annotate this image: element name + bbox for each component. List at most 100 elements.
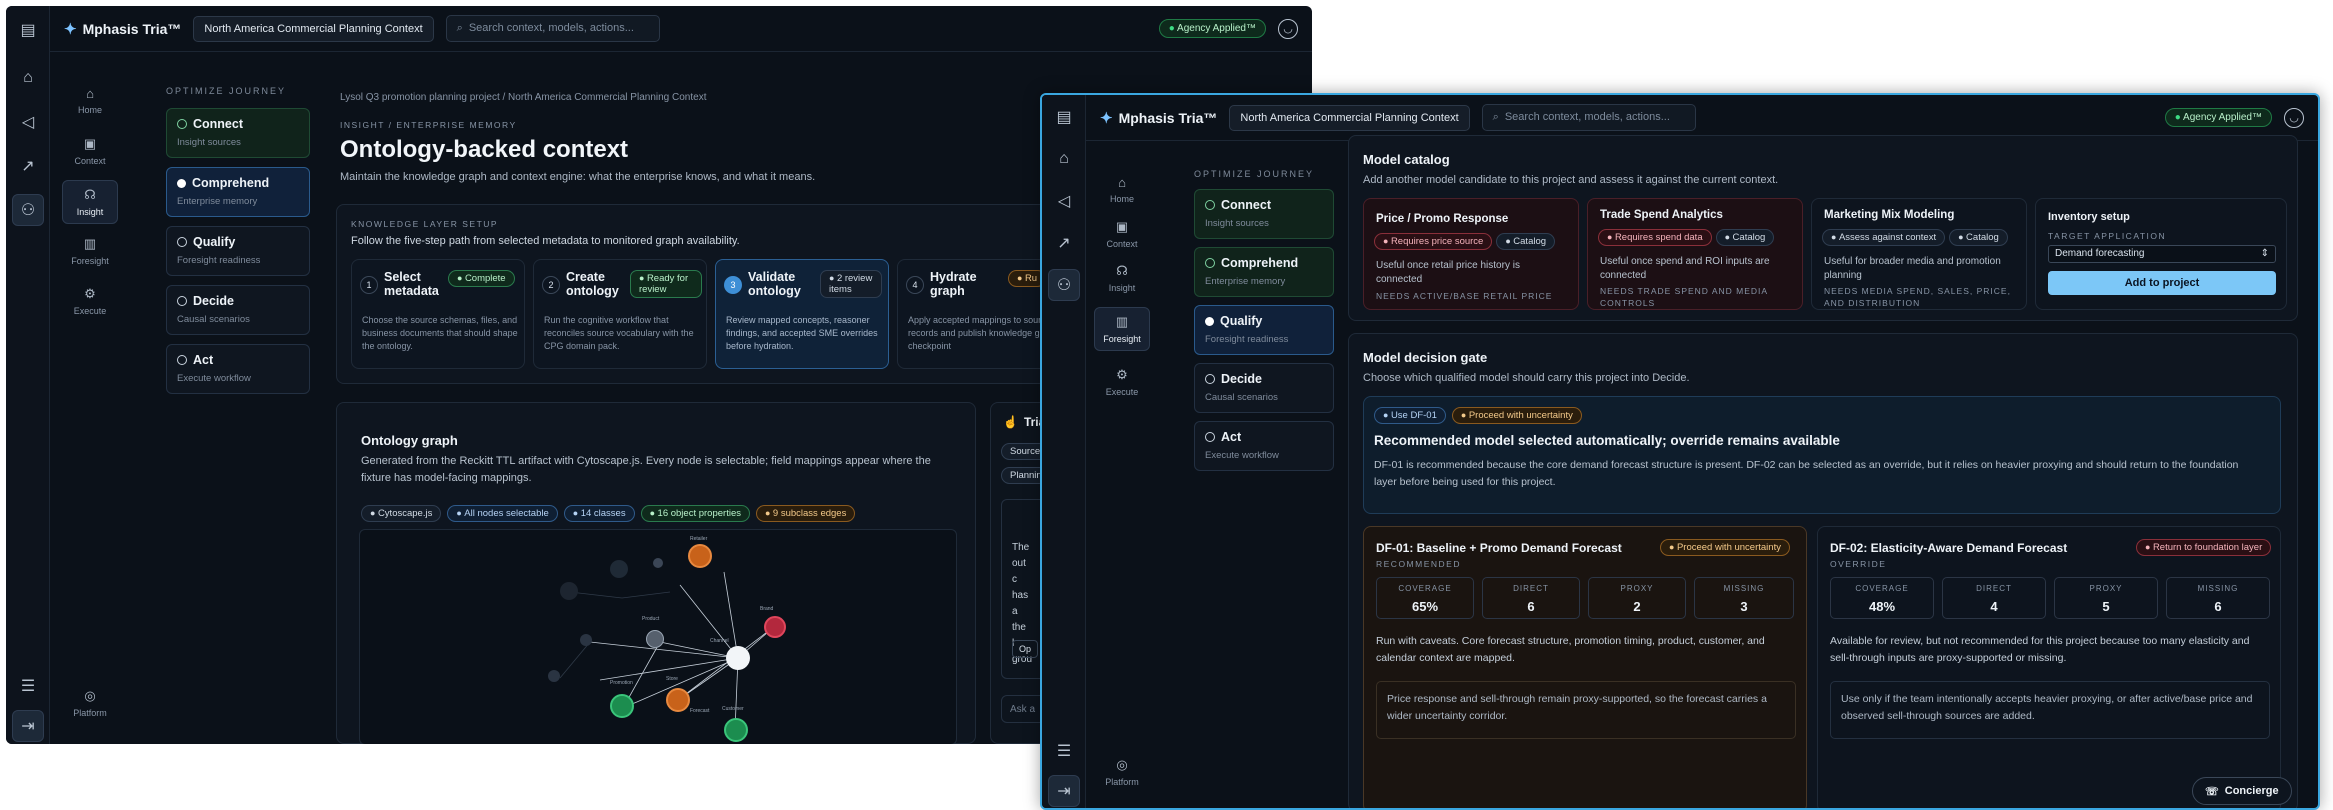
metric-value: 4 — [1990, 599, 1998, 614]
catalog-badges: ● Assess against context ● Catalog — [1822, 229, 2008, 246]
setup-step-1[interactable]: 1 Select metadata ● Complete Choose the … — [351, 259, 525, 369]
megaphone-icon[interactable]: ◁ — [12, 106, 44, 138]
brand[interactable]: ✦ Mphasis Tria™ — [64, 20, 181, 38]
graph-icon[interactable]: ⚇ — [1048, 269, 1080, 301]
model-card-df02[interactable]: DF-02: Elasticity-Aware Demand Forecast … — [1817, 526, 2281, 808]
nav-execute[interactable]: ⚙ Execute — [62, 286, 118, 316]
journey-heading: OPTIMIZE JOURNEY — [166, 86, 287, 96]
graph-node[interactable] — [666, 688, 690, 712]
breadcrumb[interactable]: Lysol Q3 promotion planning project / No… — [340, 92, 706, 103]
journey-step-act[interactable]: Act Execute workflow — [1194, 421, 1334, 471]
graph-node[interactable] — [726, 646, 750, 670]
nav-foresight[interactable]: ▥ Foresight — [62, 236, 118, 266]
user-icon[interactable]: ◡ — [2284, 107, 2304, 128]
user-icon[interactable]: ◡ — [1278, 18, 1298, 39]
catalog-item-title: Price / Promo Response — [1376, 213, 1509, 225]
graph-node[interactable] — [548, 670, 560, 682]
nav-context[interactable]: ▣ Context — [62, 136, 118, 166]
concierge-button[interactable]: ☏ Concierge — [2192, 777, 2292, 805]
journey-step-decide[interactable]: Decide Causal scenarios — [1194, 363, 1334, 413]
catalog-item[interactable]: Trade Spend Analytics ● Requires spend d… — [1587, 198, 1803, 310]
trend-icon[interactable]: ↗ — [12, 150, 44, 182]
sidebar-toggle-icon[interactable]: ▤ — [12, 14, 44, 46]
catalog-item[interactable]: Marketing Mix Modeling ● Assess against … — [1811, 198, 2027, 310]
step-title: Create ontology — [566, 270, 619, 298]
brand[interactable]: ✦ Mphasis Tria™ — [1100, 109, 1217, 127]
journey-step-connect[interactable]: Connect Insight sources — [1194, 189, 1334, 239]
graph-icon[interactable]: ⚇ — [12, 194, 44, 226]
context-chip[interactable]: North America Commercial Planning Contex… — [193, 15, 434, 42]
catalog-item[interactable]: Price / Promo Response ● Requires price … — [1363, 198, 1579, 310]
journey-step-act[interactable]: Act Execute workflow — [166, 344, 310, 394]
step-title: Validate ontology — [748, 270, 801, 298]
target-application-select[interactable]: Demand forecasting ⇕ — [2048, 245, 2276, 263]
nav-insight[interactable]: ☊ Insight — [62, 180, 118, 224]
graph-node[interactable] — [764, 616, 786, 638]
step-title: Act — [193, 353, 214, 367]
database-icon[interactable]: ☰ — [12, 670, 44, 702]
catalog-item-title: Marketing Mix Modeling — [1824, 209, 1955, 221]
setup-step-2[interactable]: 2 Create ontology ● Ready for review Run… — [533, 259, 707, 369]
journey-step-decide[interactable]: Decide Causal scenarios — [166, 285, 310, 335]
nav-platform[interactable]: ◎ Platform — [62, 688, 118, 718]
dot-icon: ● — [829, 273, 837, 283]
brain-icon: ☊ — [84, 187, 96, 202]
context-chip[interactable]: North America Commercial Planning Contex… — [1229, 104, 1470, 131]
use-model-pill[interactable]: ● Use DF-01 — [1374, 407, 1446, 424]
search-input[interactable]: ⌕ Search context, models, actions... — [1481, 104, 1696, 131]
graph-node[interactable] — [724, 718, 748, 742]
model-card-df01[interactable]: DF-01: Baseline + Promo Demand Forecast … — [1363, 526, 1807, 808]
badge-text: Assess against context — [1838, 232, 1937, 243]
journey-step-comprehend[interactable]: Comprehend Enterprise memory — [166, 167, 310, 217]
step-desc: Choose the source schemas, files, and bu… — [362, 315, 518, 351]
sidebar-toggle-icon[interactable]: ▤ — [1048, 101, 1080, 133]
graph-node[interactable] — [580, 634, 592, 646]
logout-icon[interactable]: ⇥ — [1048, 775, 1080, 807]
nav-platform[interactable]: ◎ Platform — [1094, 757, 1150, 787]
pill-text: 9 subclass edges — [772, 508, 847, 519]
gate-desc: Choose which qualified model should carr… — [1363, 372, 1690, 384]
trend-icon[interactable]: ↗ — [1048, 227, 1080, 259]
step-title: Select metadata — [384, 270, 439, 298]
step-title: Qualify — [1220, 314, 1263, 328]
dot-icon: ● — [1958, 232, 1967, 242]
add-to-project-button[interactable]: Add to project — [2048, 271, 2276, 295]
nav-execute[interactable]: ⚙ Execute — [1094, 367, 1150, 397]
metric-coverage: COVERAGE 48% — [1830, 577, 1934, 619]
logout-icon[interactable]: ⇥ — [12, 710, 44, 742]
check-circle-icon — [1205, 200, 1215, 210]
megaphone-icon[interactable]: ◁ — [1048, 185, 1080, 217]
graph-node[interactable] — [610, 694, 634, 718]
database-icon[interactable]: ☰ — [1048, 735, 1080, 767]
sparkle-icon: ✦ — [64, 20, 77, 38]
nav-home[interactable]: ⌂ Home — [1094, 175, 1150, 204]
journey-step-comprehend[interactable]: Comprehend Enterprise memory — [1194, 247, 1334, 297]
journey-step-connect[interactable]: Connect Insight sources — [166, 108, 310, 158]
nav-home[interactable]: ⌂ Home — [62, 86, 118, 115]
nav-context[interactable]: ▣ Context — [1094, 219, 1150, 249]
setup-step-3[interactable]: 3 Validate ontology ● 2 review items Rev… — [715, 259, 889, 369]
agency-badge[interactable]: ● Agency Applied™ — [1158, 19, 1266, 38]
step-desc: Run the cognitive workflow that reconcil… — [544, 315, 694, 351]
journey-step-qualify[interactable]: Qualify Foresight readiness — [1194, 305, 1334, 355]
badge-text: Catalog — [1732, 232, 1766, 243]
journey-step-qualify[interactable]: Qualify Foresight readiness — [166, 226, 310, 276]
graph-node[interactable] — [646, 630, 664, 648]
assistant-open-button[interactable]: Op — [1012, 640, 1039, 658]
nav-label: Home — [77, 105, 102, 115]
agency-badge[interactable]: ● Agency Applied™ — [2164, 108, 2272, 127]
graph-node[interactable] — [610, 560, 628, 578]
page-eyebrow: INSIGHT / ENTERPRISE MEMORY — [340, 120, 517, 130]
pill-text: Use DF-01 — [1390, 410, 1437, 421]
graph-canvas[interactable]: Product Promotion Retailer Store Brand C… — [359, 529, 957, 744]
graph-node[interactable] — [688, 544, 712, 568]
graph-node[interactable] — [560, 582, 578, 600]
nav-insight[interactable]: ☊ Insight — [1094, 263, 1150, 293]
home-icon[interactable]: ⌂ — [12, 62, 44, 94]
metric-label: DIRECT — [1976, 584, 2012, 593]
graph-node[interactable] — [653, 558, 663, 568]
home-icon[interactable]: ⌂ — [1048, 143, 1080, 175]
step-title: Qualify — [193, 235, 236, 249]
search-input[interactable]: ⌕ Search context, models, actions... — [445, 15, 660, 42]
nav-foresight[interactable]: ▥ Foresight — [1094, 307, 1150, 351]
